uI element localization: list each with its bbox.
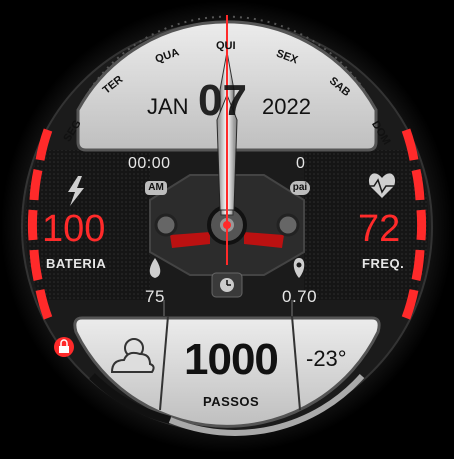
day-label: 07 bbox=[198, 76, 247, 125]
alarm-time: 00:00 bbox=[128, 155, 171, 172]
weekday-label: QUI bbox=[215, 39, 236, 53]
steps-label: PASSOS bbox=[203, 394, 260, 409]
pai-badge: pai bbox=[290, 181, 310, 195]
steps-value: 1000 bbox=[184, 335, 279, 384]
battery-label: BATERIA bbox=[46, 256, 107, 271]
month-label: JAN bbox=[147, 94, 189, 119]
heart-rate-label: FREQ. bbox=[362, 256, 405, 271]
year-label: 2022 bbox=[262, 94, 311, 119]
watch-face: SEG TER QUA QUI SEX SAB DOM JAN 07 2022 00:00 … bbox=[0, 0, 454, 454]
ampm-badge: AM bbox=[145, 181, 167, 195]
heart-rate-value: 72 bbox=[358, 208, 401, 250]
distance-value: 0.70 bbox=[282, 287, 318, 306]
water-value: 75 bbox=[145, 287, 165, 306]
temperature-value: -23° bbox=[306, 346, 347, 371]
battery-value: 100 bbox=[42, 208, 106, 250]
pai-value: 0 bbox=[296, 155, 306, 172]
